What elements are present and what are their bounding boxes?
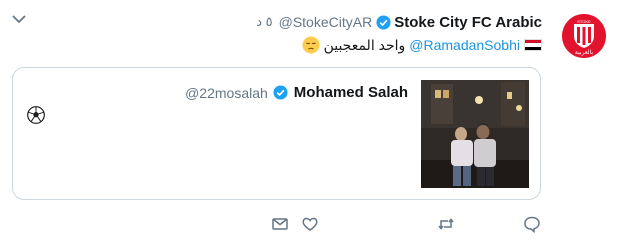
tweet-text: واحد المعجبين @RamadanSobhi xyxy=(302,35,542,55)
tweet-body-text: واحد المعجبين xyxy=(323,36,406,53)
envelope-icon[interactable] xyxy=(270,214,290,234)
quoted-photo[interactable] xyxy=(421,80,529,188)
stoke-logo: STOKE بالعربية xyxy=(562,14,606,58)
quoted-header: @22mosalah Mohamed Salah xyxy=(185,84,408,101)
author-name[interactable]: Stoke City FC Arabic xyxy=(394,14,542,31)
verified-badge-icon xyxy=(273,85,288,100)
mention-link[interactable]: @RamadanSobhi xyxy=(409,37,520,53)
tweet-card[interactable]: STOKE بالعربية ٥ د @StokeCityAR Stoke Ci… xyxy=(0,0,620,246)
avatar[interactable]: STOKE بالعربية xyxy=(562,14,606,58)
tweet-actions xyxy=(0,214,620,234)
soccer-ball-emoji xyxy=(27,106,45,124)
quoted-handle[interactable]: @22mosalah xyxy=(185,85,268,101)
retweet-icon[interactable] xyxy=(436,214,456,234)
pensive-face-emoji xyxy=(302,36,320,54)
egypt-flag-emoji xyxy=(524,39,542,51)
avatar-caption: بالعربية xyxy=(575,49,594,56)
timestamp[interactable]: ٥ د xyxy=(256,14,272,30)
verified-badge-icon xyxy=(376,14,391,30)
photo-two-men-street xyxy=(421,80,529,188)
tweet-header: ٥ د @StokeCityAR Stoke City FC Arabic xyxy=(256,12,542,32)
heart-icon[interactable] xyxy=(300,214,320,234)
quoted-tweet[interactable]: @22mosalah Mohamed Salah xyxy=(12,67,541,200)
chevron-down-icon[interactable] xyxy=(12,14,26,24)
quoted-author-name[interactable]: Mohamed Salah xyxy=(294,84,408,101)
author-handle[interactable]: @StokeCityAR xyxy=(279,14,373,30)
avatar-badge: STOKE xyxy=(577,19,591,24)
reply-icon[interactable] xyxy=(522,214,542,234)
